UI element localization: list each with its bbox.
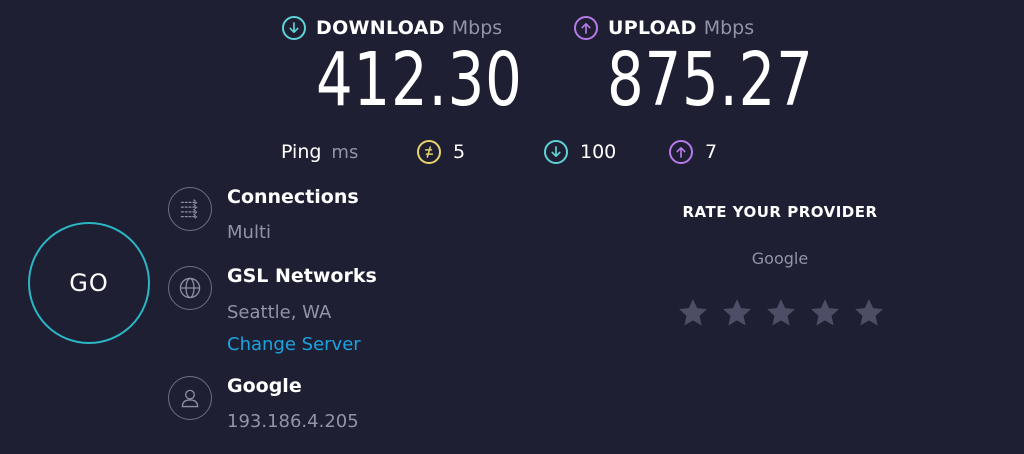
connections-arrows-icon[interactable] xyxy=(168,187,212,231)
star-icon[interactable] xyxy=(720,296,754,330)
rate-provider-title: RATE YOUR PROVIDER xyxy=(682,203,878,221)
provider-ip: 193.186.4.205 xyxy=(227,411,359,432)
ping-download: 100 xyxy=(544,138,616,166)
ping-label-group: Ping ms xyxy=(281,138,358,166)
upload-arrow-icon xyxy=(669,140,693,164)
globe-icon xyxy=(168,266,212,310)
download-arrow-icon xyxy=(544,140,568,164)
change-server-link[interactable]: Change Server xyxy=(227,333,377,357)
rating-stars xyxy=(676,296,896,330)
server-row: GSL Networks Seattle, WA Change Server xyxy=(168,264,377,357)
download-label: DOWNLOAD xyxy=(316,17,445,39)
server-text: GSL Networks Seattle, WA Change Server xyxy=(227,264,377,357)
ping-download-value: 100 xyxy=(580,141,617,163)
star-icon[interactable] xyxy=(676,296,710,330)
server-location: Seattle, WA xyxy=(227,302,332,323)
connections-text: Connections Multi xyxy=(227,185,359,245)
upload-label: UPLOAD xyxy=(608,17,697,39)
speedtest-page: DOWNLOAD Mbps 412.30 UPLOAD Mbps 875.27 … xyxy=(0,0,1024,454)
ping-unit: ms xyxy=(331,141,359,163)
upload-arrow-icon xyxy=(574,16,598,40)
download-unit: Mbps xyxy=(451,17,503,39)
ping-idle: 5 xyxy=(417,138,465,166)
ping-upload: 7 xyxy=(669,138,717,166)
star-icon[interactable] xyxy=(808,296,842,330)
upload-value: 875.27 xyxy=(607,37,814,123)
ping-row: Ping ms 5 100 7 xyxy=(0,138,1024,166)
ping-lightning-icon xyxy=(417,140,441,164)
go-button[interactable]: GO xyxy=(28,222,150,344)
connections-title: Connections xyxy=(227,186,359,208)
rate-provider-name: Google xyxy=(751,249,809,268)
provider-row: Google 193.186.4.205 xyxy=(168,374,359,434)
connections-value: Multi xyxy=(227,222,271,243)
server-name: GSL Networks xyxy=(227,265,377,287)
upload-unit: Mbps xyxy=(703,17,755,39)
ping-idle-value: 5 xyxy=(453,141,466,163)
download-arrow-icon xyxy=(282,16,306,40)
ping-upload-value: 7 xyxy=(705,141,718,163)
download-value: 412.30 xyxy=(316,37,523,123)
star-icon[interactable] xyxy=(852,296,886,330)
user-icon xyxy=(168,376,212,420)
star-icon[interactable] xyxy=(764,296,798,330)
provider-name: Google xyxy=(227,375,302,397)
connections-row: Connections Multi xyxy=(168,185,359,245)
ping-label: Ping xyxy=(281,141,322,163)
provider-text: Google 193.186.4.205 xyxy=(227,374,359,434)
